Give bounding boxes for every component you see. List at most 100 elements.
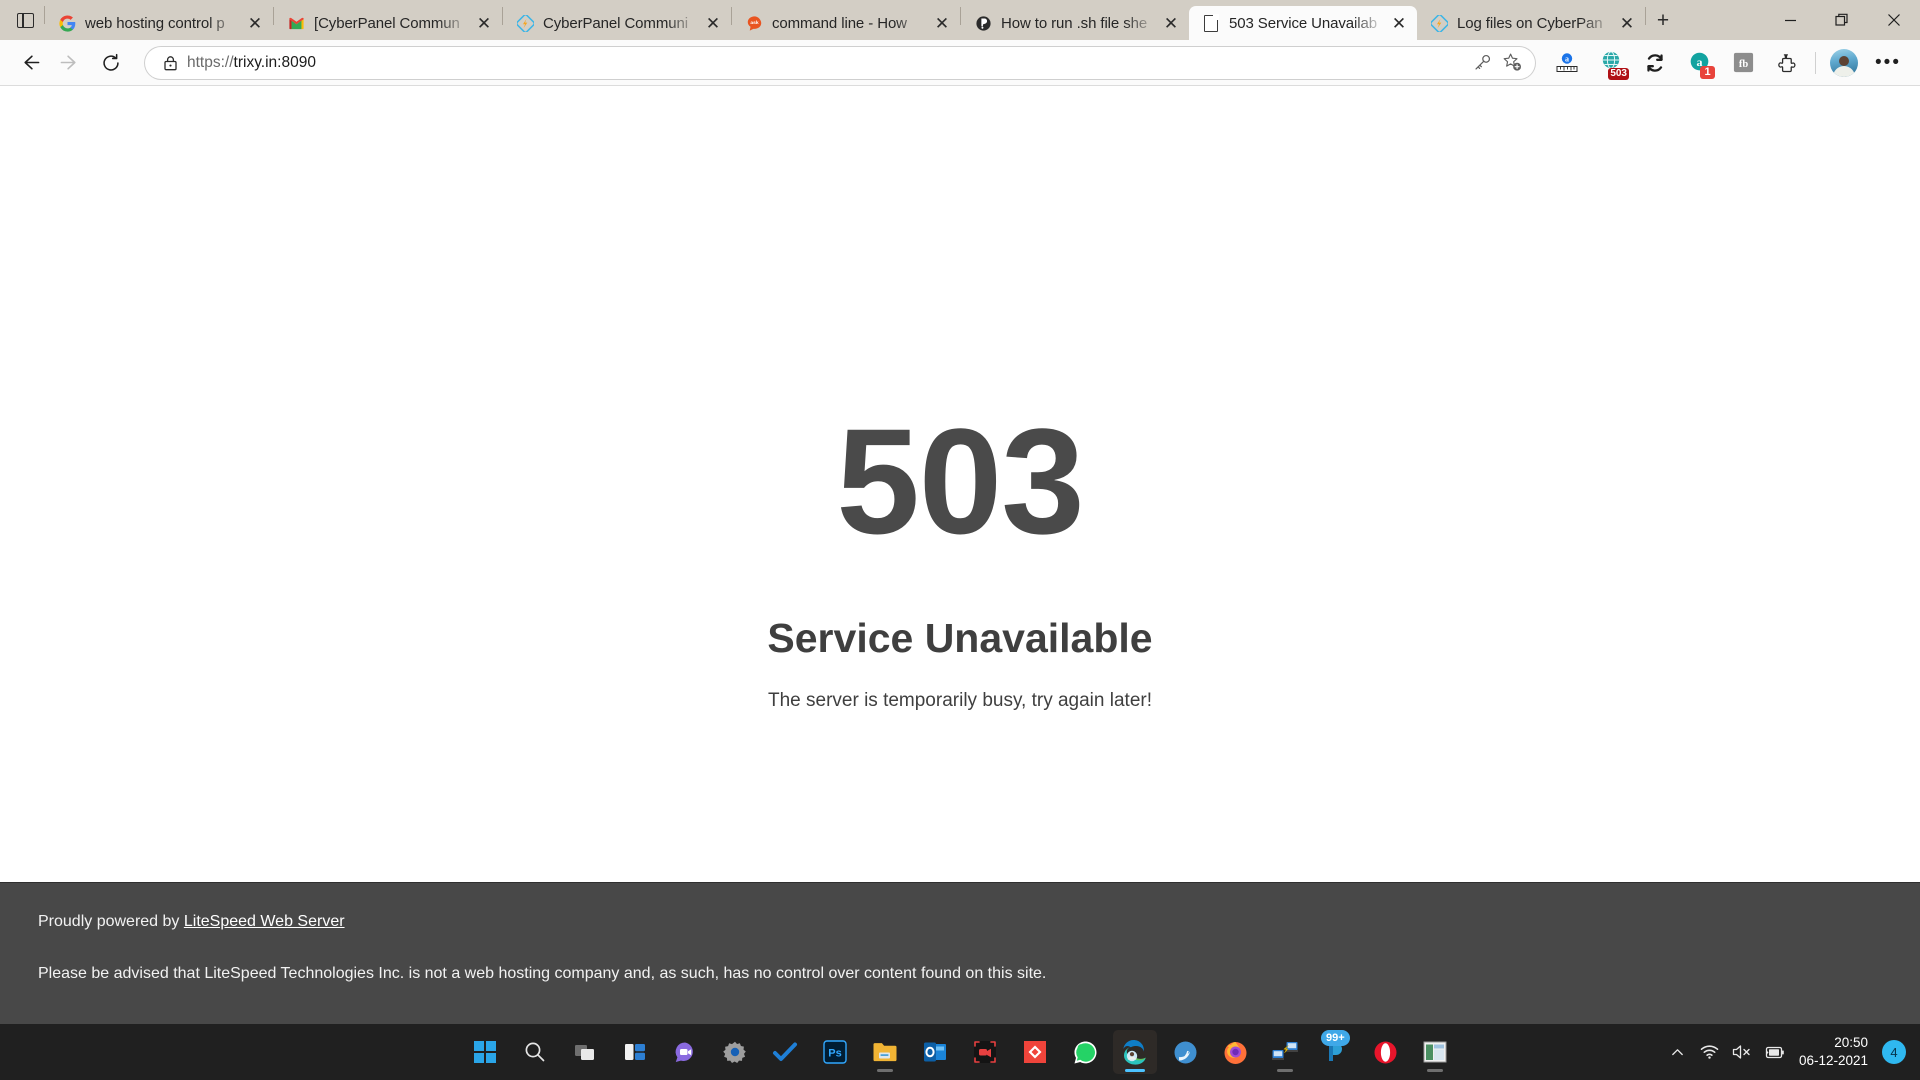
add-favorite-icon[interactable] xyxy=(1497,48,1527,78)
search-button[interactable] xyxy=(513,1030,557,1074)
toolbar-divider xyxy=(1815,51,1816,74)
browser-tab-1[interactable]: [CyberPanel Commun ✕ xyxy=(274,6,502,40)
task-view-button[interactable] xyxy=(563,1030,607,1074)
page-content: 503 Service Unavailable The server is te… xyxy=(0,86,1920,1024)
refresh-button[interactable] xyxy=(92,44,130,82)
error-subtext: The server is temporarily busy, try agai… xyxy=(767,690,1152,711)
settings-and-more-button[interactable]: ••• xyxy=(1869,44,1907,82)
error-block: 503 Service Unavailable The server is te… xyxy=(0,86,1920,882)
ellipsis-icon: ••• xyxy=(1875,52,1901,73)
tab-close-button[interactable]: ✕ xyxy=(1615,11,1639,35)
back-button[interactable] xyxy=(10,44,48,82)
outlook-button[interactable] xyxy=(913,1030,957,1074)
running-indicator xyxy=(1125,1069,1145,1072)
windows-taskbar: Ps 99+ 20:50 06-12-2021 4 xyxy=(0,1024,1920,1080)
extension-badge: 1 xyxy=(1700,65,1715,79)
messages-button[interactable]: 99+ xyxy=(1313,1030,1357,1074)
tab-title: CyberPanel Communi xyxy=(543,14,688,32)
extensions-area: a 503 a 1 fb ••• xyxy=(1545,40,1910,86)
google-icon xyxy=(58,14,76,32)
url-host: trixy.in:8090 xyxy=(233,53,316,71)
forward-button xyxy=(51,44,89,82)
tab-close-button[interactable]: ✕ xyxy=(701,11,725,35)
taskbar-clock[interactable]: 20:50 06-12-2021 xyxy=(1791,1034,1878,1070)
tab-close-button[interactable]: ✕ xyxy=(472,11,496,35)
restore-button[interactable] xyxy=(1816,0,1868,40)
browser-tab-3[interactable]: ask command line - How ✕ xyxy=(732,6,960,40)
avatar[interactable] xyxy=(1825,44,1863,82)
volume-muted-icon[interactable] xyxy=(1727,1030,1757,1074)
tab-actions-icon xyxy=(16,12,34,28)
chat-teams-button[interactable] xyxy=(663,1030,707,1074)
tab-list: web hosting control p ✕ [CyberPanel Comm… xyxy=(45,0,1680,40)
widgets-button[interactable] xyxy=(613,1030,657,1074)
taskbar-items: Ps 99+ xyxy=(463,1024,1457,1080)
system-tray: 20:50 06-12-2021 4 xyxy=(1663,1024,1920,1080)
wifi-icon[interactable] xyxy=(1695,1030,1725,1074)
tab-title: 503 Service Unavailab xyxy=(1229,14,1377,32)
start-button[interactable] xyxy=(463,1030,507,1074)
new-tab-button[interactable]: + xyxy=(1646,4,1680,38)
tab-close-button[interactable]: ✕ xyxy=(1159,11,1183,35)
battery-charging-icon[interactable] xyxy=(1759,1030,1789,1074)
notification-count-badge[interactable]: 4 xyxy=(1882,1040,1906,1064)
footer-notice: Please be advised that LiteSpeed Technol… xyxy=(38,965,1047,982)
url-scheme: https:// xyxy=(187,53,234,71)
browser-toolbar: https://trixy.in:8090 a 503 a 1 fb ••• xyxy=(0,40,1920,86)
tab-close-button[interactable]: ✕ xyxy=(243,11,267,35)
browser-window: web hosting control p ✕ [CyberPanel Comm… xyxy=(0,0,1920,1080)
askubuntu-icon: ask xyxy=(745,14,763,32)
puzzle-extensions-button[interactable] xyxy=(1768,44,1806,82)
close-button[interactable] xyxy=(1868,0,1920,40)
lock-icon xyxy=(159,55,181,71)
firefox-button[interactable] xyxy=(1213,1030,1257,1074)
window-app-button[interactable] xyxy=(1413,1030,1457,1074)
whatsapp-button[interactable] xyxy=(1063,1030,1107,1074)
clock-date: 06-12-2021 xyxy=(1798,1053,1868,1068)
litespeed-link[interactable]: LiteSpeed Web Server xyxy=(184,913,345,930)
address-bar[interactable]: https://trixy.in:8090 xyxy=(145,46,1535,79)
cyberpanel-icon xyxy=(516,14,534,32)
footer-powered-by: Proudly powered by LiteSpeed Web Server xyxy=(38,913,1882,931)
opera-button[interactable] xyxy=(1363,1030,1407,1074)
tab-title: [CyberPanel Commun xyxy=(314,14,460,32)
sync-extension-button[interactable] xyxy=(1636,44,1674,82)
settings-button[interactable] xyxy=(713,1030,757,1074)
browser-tab-2[interactable]: CyberPanel Communi ✕ xyxy=(503,6,731,40)
window-controls xyxy=(1764,0,1920,40)
tab-actions-menu-button[interactable] xyxy=(6,0,44,40)
grammar-ruler-extension-button[interactable]: a xyxy=(1548,44,1586,82)
fb-extension-button[interactable]: fb xyxy=(1724,44,1762,82)
svg-text:fb: fb xyxy=(1738,59,1748,70)
extension-badge: 503 xyxy=(1608,67,1629,80)
error-code: 503 xyxy=(836,397,1084,565)
adblock-extension-button[interactable]: a 1 xyxy=(1680,44,1718,82)
browser-tab-0[interactable]: web hosting control p ✕ xyxy=(45,6,273,40)
svg-text:a: a xyxy=(1565,54,1569,63)
browser-tab-4[interactable]: How to run .sh file she ✕ xyxy=(961,6,1189,40)
photoshop-button[interactable]: Ps xyxy=(813,1030,857,1074)
tab-title: Log files on CyberPan xyxy=(1457,14,1603,32)
browser-tab-5-active[interactable]: 503 Service Unavailab ✕ xyxy=(1189,6,1417,40)
blue-sphere-app-button[interactable] xyxy=(1163,1030,1207,1074)
generic-page-icon xyxy=(1202,13,1220,32)
file-explorer-button[interactable] xyxy=(863,1030,907,1074)
minimize-button[interactable] xyxy=(1764,0,1816,40)
anydesk-button[interactable] xyxy=(1013,1030,1057,1074)
screen-recorder-button[interactable] xyxy=(963,1030,1007,1074)
gmail-icon xyxy=(287,14,305,32)
url-text[interactable]: https://trixy.in:8090 xyxy=(181,54,1467,72)
stackexchange-icon xyxy=(974,14,992,32)
tab-strip: web hosting control p ✕ [CyberPanel Comm… xyxy=(0,0,1920,40)
page-title: Service Unavailable xyxy=(767,615,1153,661)
remote-desktop-button[interactable] xyxy=(1263,1030,1307,1074)
running-indicator xyxy=(1427,1069,1443,1072)
browser-tab-6[interactable]: Log files on CyberPan ✕ xyxy=(1417,6,1645,40)
tab-close-button[interactable]: ✕ xyxy=(930,11,954,35)
key-icon[interactable] xyxy=(1467,48,1497,78)
tab-close-button[interactable]: ✕ xyxy=(1387,11,1411,35)
todo-button[interactable] xyxy=(763,1030,807,1074)
show-hidden-icons-button[interactable] xyxy=(1663,1030,1693,1074)
globe-extension-button[interactable]: 503 xyxy=(1592,44,1630,82)
edge-button[interactable] xyxy=(1113,1030,1157,1074)
